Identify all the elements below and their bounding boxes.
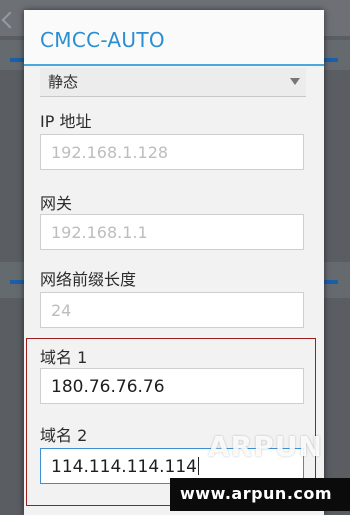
background-accent	[10, 58, 24, 62]
background-accent	[10, 280, 24, 284]
dns2-label: 域名 2	[40, 426, 88, 445]
dns1-field[interactable]: 180.76.76.76	[40, 368, 304, 404]
gateway-label: 网关	[40, 194, 73, 213]
ip-settings-dropdown[interactable]: 静态	[40, 68, 306, 97]
prefix-length-label: 网络前缀长度	[40, 270, 137, 289]
prefix-length-field[interactable]: 24	[40, 292, 304, 328]
dialog-title-bar: CMCC-AUTO	[24, 10, 324, 66]
dns1-label: 域名 1	[40, 348, 88, 367]
watermark-bar: www.arpun.com	[170, 478, 350, 511]
background-accent	[324, 280, 338, 284]
text-cursor	[198, 457, 200, 475]
background-accent	[324, 58, 338, 62]
dropdown-arrow-icon	[290, 78, 300, 85]
gateway-field[interactable]: 192.168.1.1	[40, 214, 304, 250]
ip-address-field[interactable]: 192.168.1.128	[40, 134, 304, 170]
watermark-url: www.arpun.com	[180, 484, 333, 503]
dns2-value: 114.114.114.114	[51, 457, 198, 477]
watermark-logo: ARPUN	[208, 430, 323, 463]
ip-settings-value: 静态	[48, 73, 79, 91]
dialog-title: CMCC-AUTO	[40, 28, 165, 52]
ip-address-label: IP 地址	[40, 112, 92, 131]
